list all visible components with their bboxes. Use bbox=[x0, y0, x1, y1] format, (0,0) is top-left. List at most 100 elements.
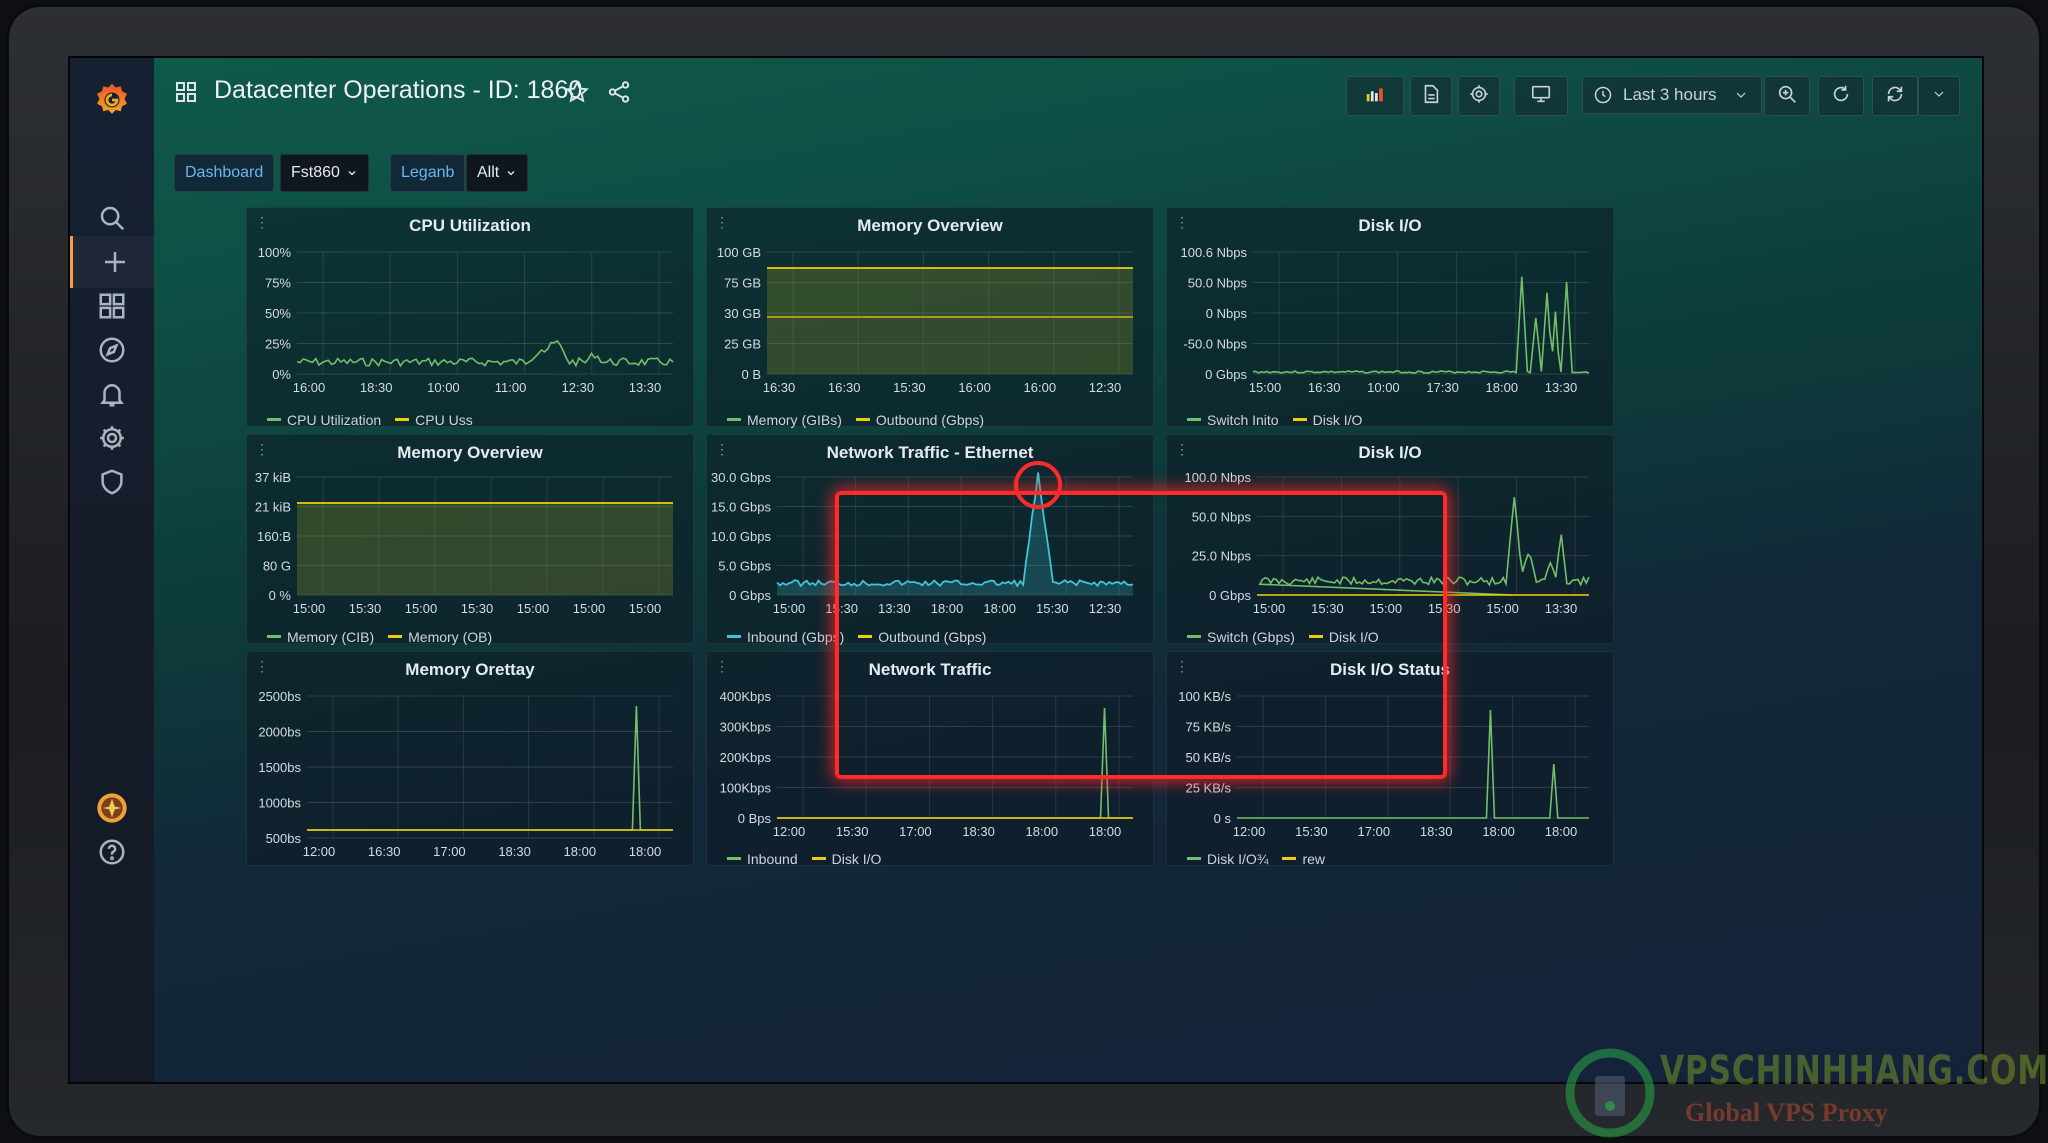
panel-4[interactable]: ⋮ Memory Overview 37 kiB 21 kiB 160:B 80 G0 %… bbox=[246, 434, 694, 645]
legend-item[interactable]: Memory (CIB) bbox=[267, 629, 374, 645]
variable-select-dashboard[interactable]: Fst860 bbox=[280, 154, 369, 192]
time-range-picker[interactable]: Last 3 hours bbox=[1582, 76, 1762, 114]
top-bar: Datacenter Operations - ID: 1860 Last 3 … bbox=[154, 58, 1982, 128]
panel-chart[interactable]: 2500bs 2000bs 1500bs 1000bs 500bs12:00 16:30 1… bbox=[247, 652, 693, 865]
legend-swatch bbox=[1292, 418, 1307, 421]
refresh-interval-dropdown[interactable] bbox=[1918, 76, 1960, 116]
panel-chart[interactable]: 30.0 Gbps 15.0 Gbps 10.0 Gbps 5.0 Gbps 0 Gbp… bbox=[707, 435, 1153, 643]
shield-icon[interactable] bbox=[70, 456, 154, 508]
y-tick-label: 75 GB bbox=[724, 276, 761, 291]
y-tick-label: 80 G bbox=[263, 559, 291, 574]
series-line bbox=[1258, 497, 1590, 596]
star-icon[interactable] bbox=[564, 79, 590, 110]
y-tick-label: 25 GB bbox=[724, 337, 761, 352]
legend-item[interactable]: Disk I/O bbox=[1292, 412, 1362, 428]
panel-8[interactable]: ⋮ Network Traffic 400Kbps 300Kbps 200Kbps 100… bbox=[706, 651, 1154, 867]
panel-5[interactable]: ⋮ Network Traffic - Ethernet 30.0 Gbps 15.0… bbox=[706, 434, 1154, 645]
panel-7[interactable]: ⋮ Memory Orettay 2500bs 2000bs 1500bs 1000bs 5… bbox=[246, 651, 694, 866]
legend-swatch bbox=[1187, 418, 1201, 421]
panel-9[interactable]: ⋮ Disk I/O Status 100 KB/s 75 KB/s 50 KB/s 25… bbox=[1166, 651, 1614, 867]
panel-chart[interactable]: 100 GB75 GB30 GB25 GB0 B16:30 16:30 15:30 1… bbox=[707, 208, 1153, 426]
legend-swatch bbox=[1187, 857, 1201, 860]
legend-item[interactable]: Outbound (Gbps) bbox=[855, 412, 984, 428]
legend-item[interactable]: Memory (GIBs) bbox=[727, 412, 842, 428]
legend-item[interactable]: Disk I/O¾ bbox=[1187, 851, 1268, 867]
dashboard-title[interactable]: Datacenter Operations - ID: 1860 bbox=[214, 76, 582, 105]
legend-item[interactable]: Disk I/O bbox=[1308, 628, 1379, 645]
x-tick-label: 15:30 bbox=[1428, 601, 1461, 616]
sidebar bbox=[70, 58, 157, 1082]
series-area bbox=[297, 503, 673, 595]
dashboards-grid-icon[interactable] bbox=[174, 80, 198, 109]
legend-label: CPU Uss bbox=[415, 411, 473, 428]
y-tick-label: 5.0 Gbps bbox=[718, 559, 771, 574]
panel-chart[interactable]: 37 kiB21 kiB160:B80 G0 %15:00 15:30 15:00 1… bbox=[247, 435, 693, 643]
save-dashboard-button[interactable] bbox=[1410, 76, 1452, 116]
series-line bbox=[777, 707, 1133, 819]
watermark-tagline: Global VPS Proxy bbox=[1685, 1098, 1888, 1127]
x-tick-label: 15:30 bbox=[1295, 824, 1328, 839]
y-tick-label: 0% bbox=[272, 367, 291, 382]
legend-label: Outbound (Gbps) bbox=[878, 628, 987, 645]
grafana-logo-icon[interactable] bbox=[70, 70, 154, 130]
refresh-button[interactable] bbox=[1872, 76, 1918, 116]
legend-item[interactable]: Switch (Gbps) bbox=[1187, 629, 1295, 645]
panel-legend: Disk I/O¾ rew bbox=[1187, 847, 1339, 867]
legend-label: Disk I/O bbox=[1328, 628, 1379, 645]
save-dashboard-icon bbox=[1420, 83, 1442, 110]
panel-2[interactable]: ⋮ Memory Overview 100 GB 75 GB 30 GB 25 GB 0 B… bbox=[706, 207, 1154, 428]
legend-item[interactable]: Memory (OB) bbox=[388, 629, 492, 645]
panel-legend: Memory (CIB) Memory (OB) bbox=[267, 625, 506, 645]
x-tick-label: 12:30 bbox=[562, 380, 595, 395]
legend-item[interactable]: rew bbox=[1282, 851, 1325, 867]
legend-item[interactable]: Outbound (Gbps) bbox=[858, 629, 986, 645]
x-tick-label: 18:30 bbox=[1420, 824, 1453, 839]
variable-select-leganb[interactable]: Allt bbox=[466, 154, 529, 192]
chevron-down-icon bbox=[1931, 86, 1947, 107]
legend-swatch bbox=[727, 635, 741, 638]
x-tick-label: 18:00 bbox=[931, 601, 964, 616]
series-area bbox=[777, 472, 1133, 595]
x-tick-label: 13:30 bbox=[1545, 380, 1578, 395]
legend-item[interactable]: Disk I/O bbox=[811, 850, 882, 867]
add-panel-button[interactable] bbox=[1346, 76, 1404, 116]
series-line bbox=[296, 339, 674, 368]
panel-legend: Inbound Disk I/O bbox=[727, 847, 895, 867]
share-icon[interactable] bbox=[606, 79, 632, 110]
x-tick-label: 16:30 bbox=[763, 380, 796, 395]
y-tick-label: 50% bbox=[265, 306, 291, 321]
legend-swatch bbox=[267, 635, 281, 638]
legend-item[interactable]: Inbound bbox=[727, 851, 798, 867]
legend-label: Memory (CIB) bbox=[287, 628, 375, 645]
legend-item[interactable]: CPU Uss bbox=[395, 412, 473, 428]
x-tick-label: 16:30 bbox=[368, 844, 401, 859]
panel-chart[interactable]: 100.6 Nbps 50.0 Nbps 0 Nbps -50.0 Nbps 0 Gbp… bbox=[1167, 208, 1613, 426]
help-icon[interactable] bbox=[70, 826, 154, 878]
x-tick-label: 15:30 bbox=[1036, 601, 1069, 616]
panel-6[interactable]: ⋮ Disk I/O 100.0 Nbps 50.0 Nbps 25.0 Nbps 0 G… bbox=[1166, 434, 1614, 645]
tv-mode-button[interactable] bbox=[1514, 76, 1568, 116]
panel-1[interactable]: ⋮ CPU Utilization 100% 75% 50% 25% 0% 16:00 18:3… bbox=[246, 207, 694, 428]
x-tick-label: 15:00 bbox=[773, 601, 806, 616]
panel-chart[interactable]: 100 KB/s 75 KB/s 50 KB/s 25 KB/s 0 s12:00 15:… bbox=[1167, 652, 1613, 865]
x-tick-label: 11:00 bbox=[495, 380, 527, 395]
x-tick-label: 15:00 bbox=[1253, 601, 1286, 616]
refresh-back-button[interactable] bbox=[1818, 76, 1864, 116]
panel-3[interactable]: ⋮ Disk I/O 100.6 Nbps 50.0 Nbps 0 Nbps -50.0 … bbox=[1166, 207, 1614, 428]
x-tick-label: 18:30 bbox=[498, 844, 531, 859]
x-tick-label: 10:00 bbox=[1367, 380, 1400, 395]
panel-chart[interactable]: 100.0 Nbps50.0 Nbps25.0 Nbps0 Gbps15:00 1… bbox=[1167, 435, 1613, 643]
panel-chart[interactable]: 400Kbps 300Kbps 200Kbps 100Kbps 0 Bps12:00 15… bbox=[707, 652, 1153, 865]
legend-swatch bbox=[388, 635, 403, 638]
legend-label: Disk I/O bbox=[831, 850, 882, 867]
panel-chart[interactable]: 100% 75% 50% 25% 0%16:00 18:30 10:00 11:00 12:30… bbox=[247, 208, 693, 426]
legend-label: Memory (GIBs) bbox=[747, 411, 842, 428]
x-tick-label: 17:00 bbox=[1358, 824, 1391, 839]
x-tick-label: 15:00 bbox=[1486, 601, 1519, 616]
legend-item[interactable]: Switch Inito bbox=[1187, 412, 1279, 428]
dashboard-settings-button[interactable] bbox=[1458, 76, 1500, 116]
legend-item[interactable]: Inbound (Gbps) bbox=[727, 629, 844, 645]
legend-item[interactable]: CPU Utilization bbox=[267, 412, 381, 428]
zoom-out-button[interactable] bbox=[1764, 76, 1810, 116]
y-tick-label: 21 kiB bbox=[255, 500, 291, 515]
